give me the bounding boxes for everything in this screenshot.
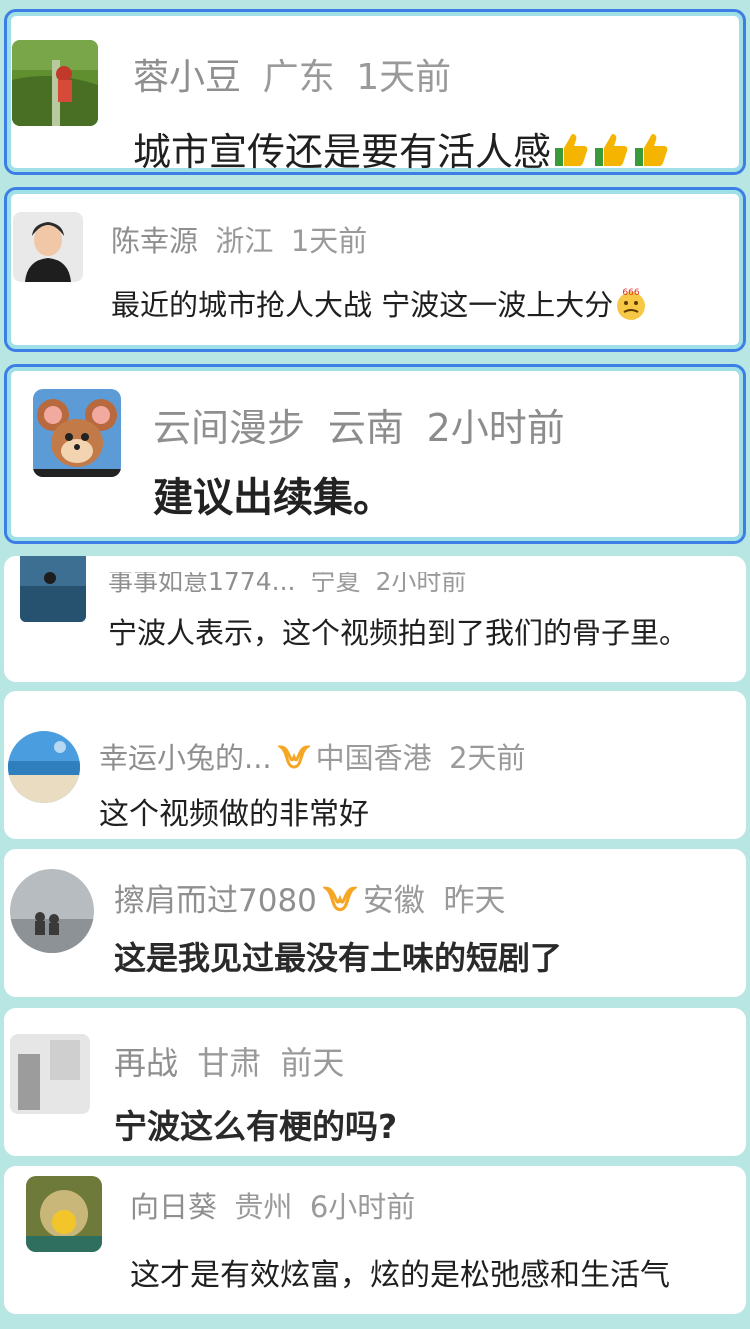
comment-card[interactable]: 陈幸源 浙江 1天前 最近的城市抢人大战 宁波这一波上大分 666 (4, 187, 746, 352)
location: 甘肃 (197, 1044, 262, 1082)
avatar[interactable] (12, 40, 98, 126)
thinking-666-icon: 666 (613, 286, 649, 329)
svg-text:666: 666 (623, 288, 640, 298)
location: 广东 (262, 57, 335, 98)
vip-badge-icon (275, 743, 312, 777)
username[interactable]: 云间漫步 (153, 406, 305, 450)
avatar[interactable] (26, 1176, 102, 1252)
username[interactable]: 向日葵 (130, 1190, 217, 1224)
avatar[interactable] (33, 389, 121, 477)
comment-card[interactable]: 事事如意1774... 宁夏 2小时前 宁波人表示，这个视频拍到了我们的骨子里。 (4, 556, 746, 682)
thumbs-up-icon (551, 130, 671, 172)
comment-meta: 云间漫步 云南 2小时前 (153, 397, 565, 452)
location: 浙江 (215, 224, 274, 258)
location: 云南 (327, 406, 404, 450)
comment-meta: 幸运小兔的... 中国香港 2天前 (99, 735, 526, 777)
comment-card[interactable]: 向日葵 贵州 6小时前 这才是有效炫富，炫的是松弛感和生活气 (4, 1166, 746, 1314)
comment-card[interactable]: 擦肩而过7080 安徽 昨天 这是我见过最没有土味的短剧了 (4, 849, 746, 997)
timestamp: 昨天 (443, 883, 506, 919)
timestamp: 2天前 (449, 741, 526, 775)
username[interactable]: 陈幸源 (111, 224, 198, 258)
comment-meta: 陈幸源 浙江 1天前 (111, 218, 367, 260)
comment-meta: 蓉小豆 广东 1天前 (133, 48, 451, 100)
comment-text: 城市宣传还是要有活人感 (133, 121, 671, 172)
comment-text: 最近的城市抢人大战 宁波这一波上大分 666 (111, 282, 649, 329)
location: 中国香港 (315, 741, 432, 775)
avatar[interactable] (10, 1034, 90, 1114)
comment-card[interactable]: 幸运小兔的... 中国香港 2天前 这个视频做的非常好 (4, 691, 746, 839)
comment-text: 宁波人表示，这个视频拍到了我们的骨子里。 (108, 616, 689, 650)
avatar[interactable] (13, 212, 83, 282)
avatar[interactable] (8, 731, 80, 803)
comment-card[interactable]: 云间漫步 云南 2小时前 建议出续集。 (4, 364, 746, 544)
timestamp: 6小时前 (309, 1190, 416, 1224)
comment-meta: 再战 甘肃 前天 (114, 1038, 344, 1084)
comment-meta: 事事如意1774... 宁夏 2小时前 (108, 567, 467, 598)
avatar[interactable] (10, 869, 94, 953)
username[interactable]: 擦肩而过7080 (114, 883, 317, 919)
username[interactable]: 事事如意1774... (108, 572, 295, 596)
vip-badge-icon (321, 885, 359, 921)
comment-text: 这才是有效炫富，炫的是松弛感和生活气 (130, 1258, 670, 1293)
timestamp: 1天前 (356, 57, 452, 98)
username[interactable]: 幸运小兔的... (99, 741, 272, 775)
avatar[interactable] (20, 556, 86, 622)
comment-text: 这个视频做的非常好 (99, 797, 369, 832)
comment-text: 建议出续集。 (153, 475, 393, 521)
timestamp: 2小时前 (426, 406, 565, 450)
timestamp: 前天 (280, 1044, 345, 1082)
comment-text: 宁波这么有梗的吗? (114, 1107, 398, 1146)
comment-meta: 擦肩而过7080 安徽 昨天 (114, 875, 506, 921)
location: 贵州 (234, 1190, 293, 1224)
location: 宁夏 (310, 567, 361, 596)
username[interactable]: 蓉小豆 (133, 57, 241, 98)
comment-text: 这是我见过最没有土味的短剧了 (114, 939, 563, 977)
timestamp: 2小时前 (375, 567, 467, 596)
comment-card[interactable]: 再战 甘肃 前天 宁波这么有梗的吗? (4, 1008, 746, 1156)
timestamp: 1天前 (290, 224, 368, 258)
username[interactable]: 再战 (114, 1044, 178, 1082)
comment-card[interactable]: 蓉小豆 广东 1天前 城市宣传还是要有活人感 (4, 9, 746, 175)
location: 安徽 (362, 883, 425, 919)
comment-meta: 向日葵 贵州 6小时前 (130, 1184, 415, 1226)
